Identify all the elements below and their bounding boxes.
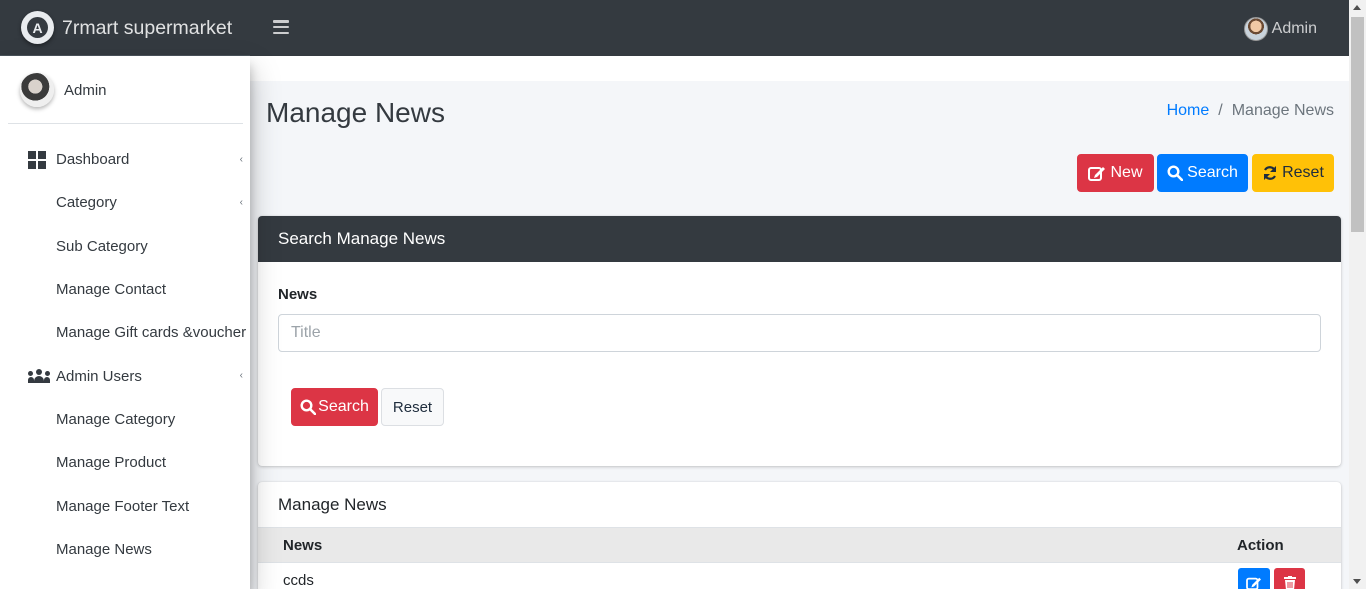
refresh-icon (1264, 166, 1277, 180)
sidebar-item-label: Manage Contact (56, 281, 167, 299)
sidebar-item-manage-contact[interactable]: Manage Contact (8, 268, 243, 311)
sidebar-item-label: Manage Gift cards &voucher (56, 324, 247, 342)
page-title: Manage News (266, 97, 445, 128)
search-submit-label: Search (318, 398, 369, 415)
sidebar-item-label: Manage Product (56, 454, 167, 472)
content-wrapper: Manage News Home / Manage News New Searc… (250, 56, 1349, 589)
sidebar-item-dashboard[interactable]: Dashboard ‹ (8, 138, 243, 181)
sidebar-item-manage-product[interactable]: Manage Product (8, 441, 243, 484)
new-button-label: New (1110, 164, 1143, 181)
sidebar-item-label: Dashboard (56, 151, 130, 169)
news-cell: ccds (283, 572, 314, 589)
user-menu[interactable]: Admin (1243, 17, 1317, 41)
page-scrollbar[interactable] (1349, 0, 1366, 589)
scroll-up-icon[interactable] (1353, 5, 1361, 10)
reset-form-button[interactable]: Reset (381, 388, 444, 426)
brand-link[interactable]: A 7rmart supermarket (0, 0, 250, 56)
sidebar-item-manage-footer-text[interactable]: Manage Footer Text (8, 484, 243, 527)
sidebar-item-manage-category[interactable]: Manage Category (8, 398, 243, 441)
delete-row-button[interactable] (1274, 568, 1305, 589)
search-card: Search Manage News News Search Reset (258, 216, 1341, 466)
sidebar-item-gift-cards[interactable]: Manage Gift cards &voucher (8, 311, 247, 354)
sidebar-item-label: Admin Users (56, 367, 142, 385)
new-button[interactable]: New (1077, 154, 1154, 192)
edit-icon (1088, 167, 1106, 181)
news-title-input[interactable] (278, 314, 1321, 352)
breadcrumb-home-link[interactable]: Home (1167, 102, 1210, 120)
news-list-card: Manage News News Action ccds (258, 482, 1341, 589)
sidebar-item-admin-users[interactable]: Admin Users ‹ (8, 354, 243, 397)
news-field-label: News (278, 286, 318, 303)
content-top-strip (250, 56, 1349, 81)
sidebar-nav: Dashboard ‹ Category ‹ Sub Category Mana… (8, 138, 247, 571)
search-submit-button[interactable]: Search (291, 388, 378, 426)
search-toggle-button[interactable]: Search (1157, 154, 1248, 192)
search-icon (300, 399, 317, 415)
caret-icon: ‹ (239, 197, 243, 209)
reset-toolbar-button[interactable]: Reset (1252, 154, 1334, 192)
edit-icon (1246, 577, 1261, 589)
sidebar-item-manage-news[interactable]: Manage News (8, 528, 243, 571)
caret-icon: ‹ (239, 154, 243, 165)
sidebar-item-label: Manage Category (56, 410, 176, 428)
top-navbar: A 7rmart supermarket Admin (0, 0, 1349, 56)
sidebar-item-sub-category[interactable]: Sub Category (8, 225, 243, 268)
scroll-down-icon[interactable] (1353, 579, 1361, 584)
search-icon (1167, 165, 1184, 181)
edit-row-button[interactable] (1238, 568, 1270, 589)
caret-icon: ‹ (239, 370, 243, 382)
sidebar-avatar (20, 73, 54, 107)
sidebar-user-panel: Admin (8, 56, 243, 124)
sidebar-item-category[interactable]: Category ‹ (8, 181, 243, 224)
breadcrumb-separator: / (1218, 102, 1223, 119)
news-list-title: Manage News (258, 482, 1341, 528)
sidebar-item-label: Sub Category (56, 237, 148, 255)
column-header-action: Action (1237, 537, 1284, 554)
sidebar-item-label: Category (56, 194, 117, 212)
table-header: News Action (258, 528, 1341, 563)
dashboard-icon (28, 150, 46, 169)
sidebar: Admin Dashboard ‹ Category ‹ Sub Categor… (0, 56, 250, 589)
brand-logo-icon: A (21, 11, 54, 44)
search-toggle-label: Search (1187, 164, 1238, 181)
reset-toolbar-label: Reset (1282, 164, 1324, 181)
breadcrumb-current: Manage News (1231, 102, 1334, 119)
search-card-title: Search Manage News (258, 216, 1341, 262)
column-header-news: News (283, 537, 323, 554)
menu-toggle-icon[interactable] (273, 20, 289, 34)
sidebar-item-label: Manage Footer Text (56, 497, 190, 515)
sidebar-user-name[interactable]: Admin (64, 82, 107, 99)
users-icon (28, 367, 50, 385)
breadcrumb: Home / Manage News (1167, 102, 1334, 120)
avatar (1243, 17, 1268, 41)
scrollbar-thumb[interactable] (1351, 17, 1364, 232)
sidebar-item-label: Manage News (56, 540, 152, 558)
brand-name: 7rmart supermarket (62, 17, 233, 39)
user-menu-name: Admin (1271, 20, 1317, 37)
trash-icon (1283, 576, 1296, 589)
